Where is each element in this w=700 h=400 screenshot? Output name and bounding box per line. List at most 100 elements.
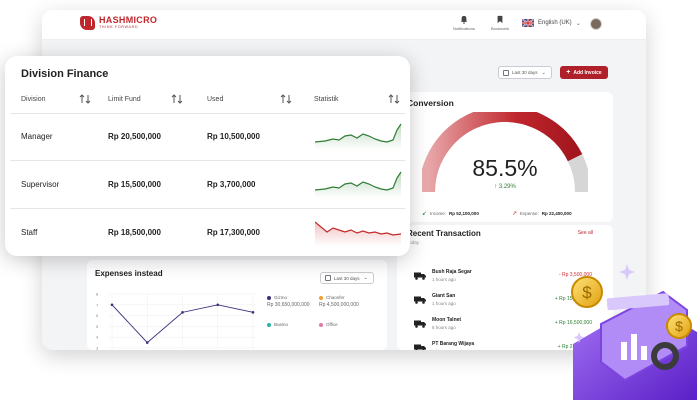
recent-transaction-title: Recent Transaction (407, 229, 481, 238)
legend-name: Office (326, 322, 338, 327)
y-tick-label: 6 (96, 313, 99, 318)
legend-value: Rp 4,500,000,000 (319, 302, 359, 308)
see-all-link[interactable]: See all (578, 230, 593, 236)
conversion-delta: ↑ 3.29% (397, 184, 613, 190)
bookmark-icon (497, 15, 503, 24)
income-value: Rp 52,100,000 (449, 211, 479, 216)
legend-dot (319, 295, 323, 300)
transaction-name: Bush Raja Segar (432, 269, 472, 275)
used-cell: Rp 17,300,000 (207, 228, 260, 237)
expense-legend: ↗ Expense: Rp 22,400,000 (512, 210, 572, 217)
date-filter-label: Last 30 days (512, 70, 538, 75)
expenses-card: Expenses instead Last 30 days ⌄ 8 7 6 5 4 3 G… (87, 260, 387, 350)
expenses-date-filter[interactable]: Last 30 days ⌄ (320, 272, 374, 284)
expenses-legend-item: Bueino (267, 322, 288, 329)
svg-text:$: $ (582, 283, 592, 302)
calendar-icon (325, 275, 331, 281)
brand-name: HASHMICRO (99, 15, 158, 26)
date-filter-dropdown[interactable]: Last 30 days ⌄ (498, 66, 552, 79)
header-used: Used (207, 96, 224, 103)
expenses-date-filter-label: Last 30 days (334, 275, 360, 281)
limit-fund-cell: Rp 18,500,000 (108, 228, 161, 237)
legend-dot (267, 322, 271, 327)
truck-icon (414, 320, 426, 328)
expenses-legend-item: Office (319, 322, 338, 329)
income-legend: ↙ Income: Rp 52,100,000 (422, 210, 479, 217)
divider (10, 113, 405, 114)
y-tick-label: 7 (96, 302, 99, 307)
sort-icon[interactable] (79, 94, 91, 104)
legend-name: Chaonfer (326, 295, 345, 300)
conversion-card: Conversion 85.5% ↑ 3.29% ↙ Income: Rp 52,1… (397, 92, 613, 222)
data-point (181, 311, 184, 314)
add-invoice-button[interactable]: + Add Invoice (560, 66, 608, 79)
y-tick-label: 5 (96, 324, 99, 329)
finance-decoration-icon: $ $ (571, 264, 697, 400)
header-statistik: Statistik (314, 96, 339, 103)
divider (10, 160, 405, 161)
chevron-down-icon: ⌄ (541, 69, 546, 76)
division-finance-card: Division Finance Division Limit Fund Use… (5, 56, 410, 256)
truck-icon (414, 272, 426, 280)
brand-tagline: THINK FORWARD (99, 25, 139, 30)
transaction-time: 6 hours ago (432, 349, 456, 350)
transaction-time: 1 hours ago (432, 277, 456, 282)
divider (10, 208, 405, 209)
y-tick-label: 8 (96, 292, 99, 297)
y-tick-label: 4 (96, 335, 99, 340)
conversion-title: Conversion (407, 98, 454, 108)
legend-value: Rp 30,650,000,000 (267, 302, 310, 308)
expenses-title: Expenses instead (95, 269, 163, 278)
data-point (216, 303, 220, 307)
sort-icon[interactable] (388, 94, 400, 104)
bookmark-button[interactable]: Bookmark (480, 15, 520, 31)
division-finance-title: Division Finance (21, 68, 109, 80)
trend-sparkline (315, 123, 402, 150)
legend-dot (319, 322, 323, 327)
sparkline-area (315, 222, 401, 246)
limit-fund-cell: Rp 15,500,000 (108, 180, 161, 189)
limit-fund-cell: Rp 20,500,000 (108, 132, 161, 141)
arrow-up-right-icon: ↗ (512, 211, 518, 217)
data-point (110, 303, 114, 307)
expenses-legend-item: Chaonfer Rp 4,500,000,000 (319, 295, 359, 308)
notifications-button[interactable]: Notifications (444, 15, 484, 31)
arrow-down-left-icon: ↙ (422, 211, 428, 217)
expense-label: Expense: (520, 211, 539, 216)
arrow-up-icon: ↑ (494, 184, 498, 190)
truck-icon (414, 296, 426, 304)
user-avatar[interactable] (590, 18, 602, 30)
bell-icon (460, 15, 468, 24)
expenses-legend-item: Gizmo Rp 30,650,000,000 (267, 295, 310, 308)
chevron-down-icon: ⌄ (575, 20, 581, 27)
transaction-name: PT Barang Wijaya (432, 341, 475, 347)
conversion-delta-value: 3.29% (498, 184, 516, 190)
division-name-cell: Manager (21, 132, 53, 141)
conversion-value: 85.5% (472, 155, 538, 181)
expense-value: Rp 22,400,000 (541, 211, 572, 216)
transaction-time: 1 hours ago (432, 301, 456, 306)
transaction-name: Giant San (432, 293, 456, 299)
header-division: Division (21, 96, 46, 103)
trend-sparkline (315, 221, 402, 246)
used-cell: Rp 3,700,000 (207, 180, 256, 189)
header-limit-fund: Limit Fund (108, 96, 141, 103)
language-selector[interactable]: English (UK) ⌄ (522, 19, 581, 27)
legend-dot (267, 295, 271, 300)
language-label: English (UK) (538, 20, 572, 26)
income-label: Income: (430, 211, 447, 216)
plus-icon: + (566, 69, 571, 76)
bookmark-label: Bookmark (490, 26, 509, 31)
transaction-time: 5 hours ago (432, 325, 456, 330)
uk-flag-icon (522, 19, 534, 27)
division-name-cell: Staff (21, 228, 38, 237)
used-cell: Rp 10,500,000 (207, 132, 260, 141)
transaction-name: Moon Talnet (432, 317, 462, 323)
brand-logo[interactable]: HASHMICRO THINK FORWARD (80, 16, 157, 30)
brand-mark-icon (80, 16, 95, 30)
data-point (145, 341, 149, 344)
legend-name: Bueino (274, 322, 289, 327)
sort-icon[interactable] (280, 94, 292, 104)
add-invoice-label: Add Invoice (573, 69, 602, 76)
sort-icon[interactable] (171, 94, 183, 104)
